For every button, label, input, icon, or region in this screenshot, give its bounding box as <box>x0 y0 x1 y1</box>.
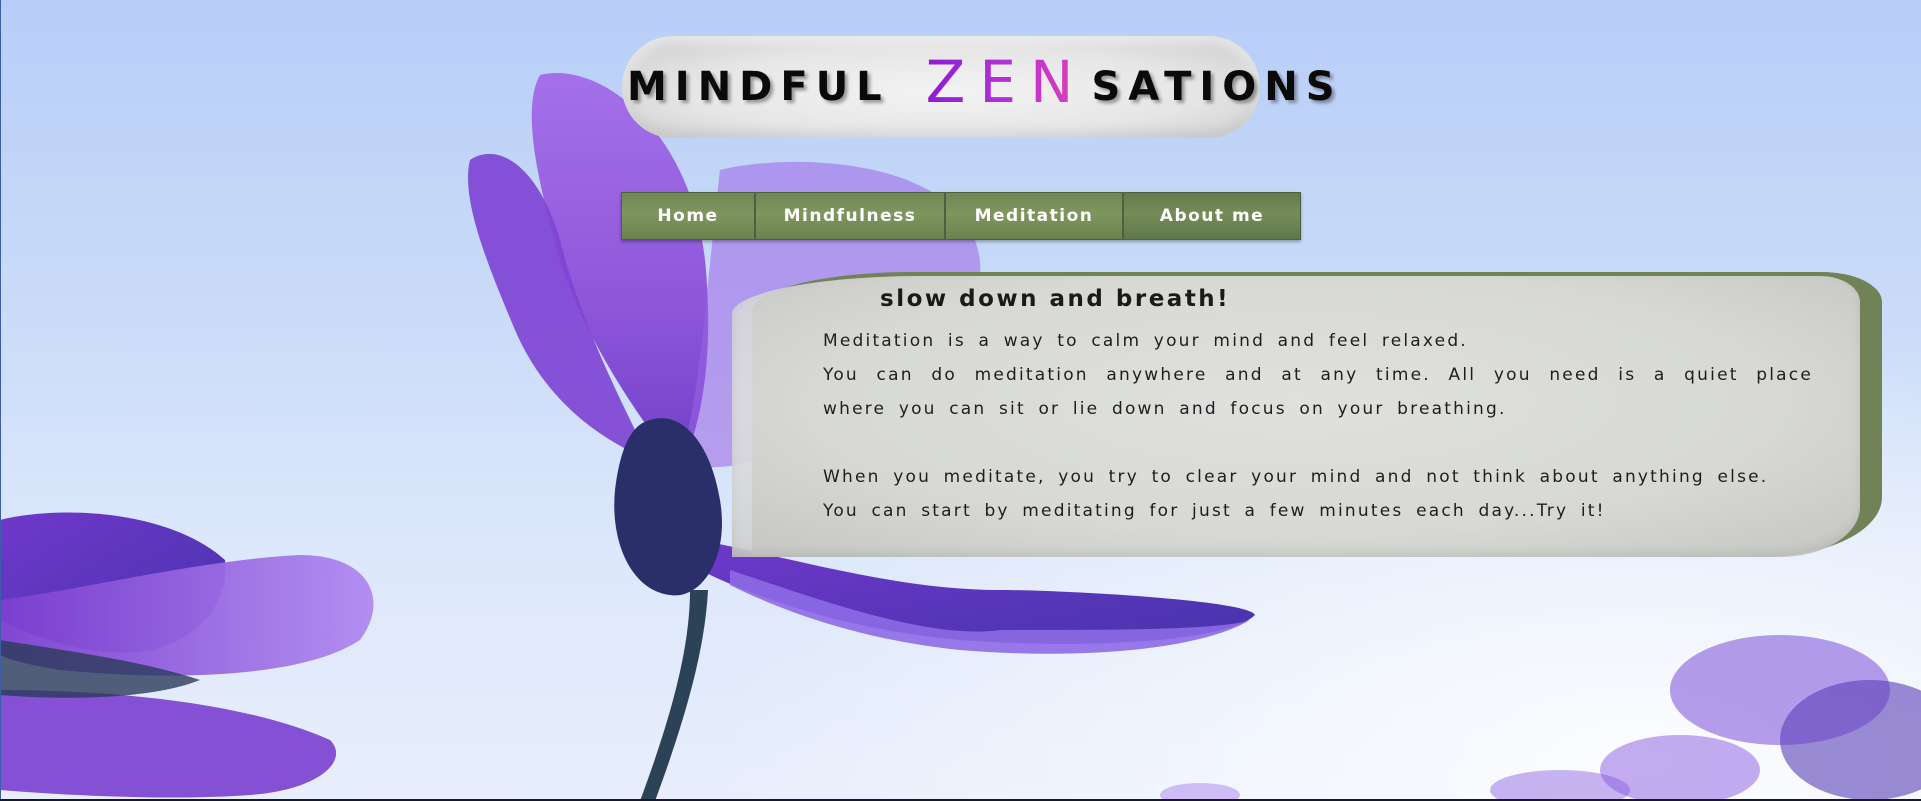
content-heading: slow down and breath! <box>880 286 1231 312</box>
site-title-mindful: MINDFUL <box>627 64 890 110</box>
content-paragraph-4: You can start by meditating for just a f… <box>823 501 1606 521</box>
content-body: Meditation is a way to calm your mind an… <box>823 324 1813 528</box>
main-nav: Home Mindfulness Meditation About me <box>621 192 1301 240</box>
content-paragraph-3: When you meditate, you try to clear your… <box>823 467 1769 487</box>
nav-home-link[interactable]: Home <box>621 192 755 240</box>
content-card-panel: slow down and breath! Meditation is a wa… <box>732 276 1860 557</box>
content-card: slow down and breath! Meditation is a wa… <box>732 272 1882 557</box>
site-title-sations: SATIONS <box>1091 64 1343 110</box>
nav-mindfulness-link[interactable]: Mindfulness <box>755 192 945 240</box>
content-paragraph-2: You can do meditation anywhere and at an… <box>823 365 1813 419</box>
site-title-banner: MINDFUL ZEN SATIONS <box>622 36 1335 138</box>
nav-about-me-link[interactable]: About me <box>1123 192 1301 240</box>
nav-meditation-link[interactable]: Meditation <box>945 192 1123 240</box>
content-paragraph-1: Meditation is a way to calm your mind an… <box>823 331 1468 351</box>
left-edge-line <box>0 0 1 801</box>
site-title-zen: ZEN <box>925 48 1088 116</box>
site-title: MINDFUL ZEN SATIONS <box>622 36 1335 138</box>
